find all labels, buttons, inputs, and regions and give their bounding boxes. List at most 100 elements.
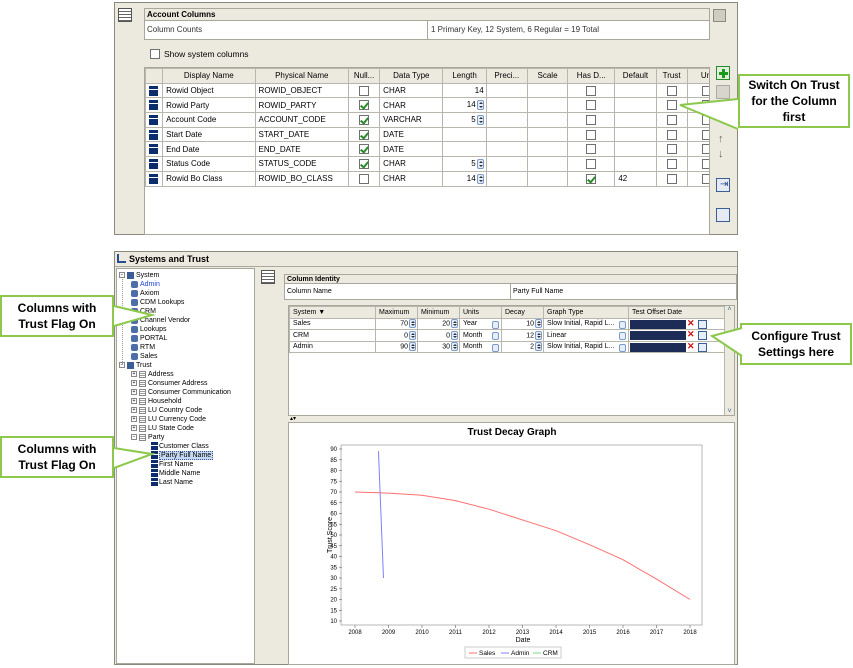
units-cell[interactable]: Month	[459, 340, 502, 353]
decay-spinner[interactable]	[535, 330, 542, 340]
expand-icon[interactable]: +	[131, 389, 137, 396]
settings-column-header[interactable]: Decay	[501, 306, 544, 319]
nullable-checkbox[interactable]	[359, 173, 370, 184]
settings-column-header[interactable]: Graph Type	[543, 306, 629, 319]
nullable-cell[interactable]	[348, 141, 381, 158]
expand-icon[interactable]: +	[131, 416, 137, 423]
unique-checkbox[interactable]	[701, 158, 709, 169]
default-cell[interactable]: 42	[614, 170, 657, 187]
graph-type-dropdown[interactable]	[619, 332, 626, 340]
units-dropdown[interactable]	[492, 332, 499, 340]
table-row[interactable]: Status Code STATUS_CODE CHAR 5	[145, 156, 709, 172]
scale-cell[interactable]	[526, 126, 569, 143]
physical-name-cell[interactable]: ACCOUNT_CODE	[254, 112, 350, 128]
graph-type-dropdown[interactable]	[619, 320, 626, 329]
table-row[interactable]: End Date END_DATE DATE	[145, 141, 709, 158]
length-spinner[interactable]	[476, 100, 484, 111]
tree-item[interactable]: + Consumer Address	[131, 379, 208, 388]
expand-icon[interactable]: +	[131, 371, 137, 378]
display-name-cell[interactable]: Start Date	[162, 126, 256, 143]
nullable-checkbox[interactable]	[359, 114, 370, 125]
system-cell[interactable]: Sales	[289, 317, 376, 330]
display-name-cell[interactable]: Account Code	[162, 112, 256, 128]
calendar-icon[interactable]	[698, 319, 707, 329]
tree-item[interactable]: PORTAL	[131, 334, 167, 343]
decay-cell[interactable]: 10	[501, 317, 544, 330]
graph-type-cell[interactable]: Slow Initial, Rapid L...	[543, 340, 629, 353]
units-dropdown[interactable]	[492, 343, 499, 352]
length-cell[interactable]: 5	[442, 112, 487, 128]
tree-item[interactable]: − Party	[131, 433, 164, 442]
trust-checkbox[interactable]	[666, 144, 677, 155]
has-default-cell[interactable]	[567, 97, 616, 114]
scale-cell[interactable]	[526, 112, 569, 128]
data-type-cell[interactable]: CHAR	[379, 97, 444, 114]
expand-icon[interactable]: +	[131, 407, 137, 414]
collapse-icon[interactable]: −	[119, 272, 125, 279]
table-row[interactable]: Rowid Object ROWID_OBJECT CHAR 14	[145, 82, 709, 99]
data-type-cell[interactable]: DATE	[379, 126, 444, 143]
nullable-checkbox[interactable]	[359, 129, 370, 140]
decay-cell[interactable]: 12	[501, 329, 544, 342]
precision-cell[interactable]	[485, 156, 528, 172]
display-name-cell[interactable]: Status Code	[162, 156, 256, 172]
settings-column-header[interactable]: Units	[459, 306, 502, 319]
maximum-spinner[interactable]	[409, 330, 416, 340]
physical-name-cell[interactable]: ROWID_BO_CLASS	[254, 170, 350, 187]
has-default-checkbox[interactable]	[586, 144, 597, 155]
unique-cell[interactable]	[686, 170, 709, 187]
minimum-spinner[interactable]	[451, 330, 458, 340]
tree-item[interactable]: + LU State Code	[131, 424, 194, 433]
tree-item[interactable]: − Trust	[119, 361, 152, 370]
table-row[interactable]: Rowid Bo Class ROWID_BO_CLASS CHAR 14 42	[145, 170, 709, 187]
physical-name-cell[interactable]: START_DATE	[254, 126, 350, 143]
default-cell[interactable]	[614, 141, 657, 158]
nullable-checkbox[interactable]	[359, 158, 370, 169]
test-offset-field[interactable]	[630, 319, 686, 329]
tree-item[interactable]: Middle Name	[151, 469, 200, 478]
column-header[interactable]: Null...	[348, 68, 381, 84]
precision-cell[interactable]	[485, 126, 528, 143]
column-header[interactable]: Display Name	[162, 68, 256, 84]
data-type-cell[interactable]: DATE	[379, 141, 444, 158]
tree-item[interactable]: + Address	[131, 370, 174, 379]
has-default-checkbox[interactable]	[586, 173, 597, 184]
units-dropdown[interactable]	[492, 320, 499, 329]
clear-date-icon[interactable]: ✕	[687, 319, 695, 329]
column-header[interactable]: Data Type	[379, 68, 444, 84]
table-row[interactable]: Rowid Party ROWID_PARTY CHAR 14	[145, 97, 709, 114]
tree-item[interactable]: Sales	[131, 352, 158, 361]
column-header[interactable]: Preci...	[485, 68, 528, 84]
maximum-cell[interactable]: 90	[375, 340, 418, 353]
nullable-checkbox[interactable]	[359, 100, 370, 111]
tree-item[interactable]: + LU Currency Code	[131, 415, 206, 424]
settings-row[interactable]: CRM 0 0 Month 12 Linear ✕	[289, 329, 726, 342]
expand-icon[interactable]: +	[131, 398, 137, 405]
scale-cell[interactable]	[526, 156, 569, 172]
data-type-cell[interactable]: VARCHAR	[379, 112, 444, 128]
unique-checkbox[interactable]	[701, 144, 709, 155]
physical-name-cell[interactable]: ROWID_OBJECT	[254, 82, 350, 99]
unique-checkbox[interactable]	[701, 173, 709, 184]
length-spinner[interactable]	[476, 158, 484, 169]
unique-cell[interactable]	[686, 141, 709, 158]
settings-column-header[interactable]: System ▼	[289, 306, 376, 319]
table-row[interactable]: Account Code ACCOUNT_CODE VARCHAR 5	[145, 112, 709, 128]
tree-item[interactable]: + LU Country Code	[131, 406, 202, 415]
maximum-spinner[interactable]	[409, 342, 416, 352]
length-cell[interactable]	[442, 141, 487, 158]
calendar-icon[interactable]	[698, 342, 707, 352]
graph-type-dropdown[interactable]	[619, 343, 626, 352]
trust-cell[interactable]	[655, 141, 688, 158]
has-default-cell[interactable]	[567, 170, 616, 187]
decay-cell[interactable]: 2	[501, 340, 544, 353]
tree-item[interactable]: Admin	[131, 280, 160, 289]
data-type-cell[interactable]: CHAR	[379, 170, 444, 187]
show-system-checkbox[interactable]	[150, 49, 160, 59]
precision-cell[interactable]	[485, 82, 528, 99]
decay-spinner[interactable]	[535, 319, 542, 329]
has-default-checkbox[interactable]	[586, 158, 597, 169]
has-default-cell[interactable]	[567, 156, 616, 172]
tree-item[interactable]: + Household	[131, 397, 181, 406]
length-spinner[interactable]	[476, 114, 484, 125]
